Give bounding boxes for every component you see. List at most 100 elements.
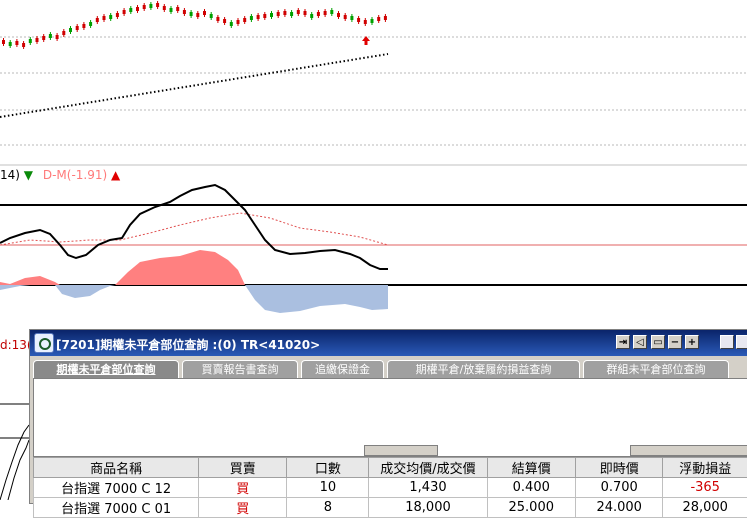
candle-body [136,7,139,11]
col-side[interactable]: 買賣 [199,458,287,478]
cell-avg-price: 18,000 [369,498,487,518]
candle-body [377,17,380,21]
candle-body [15,41,18,45]
dm-value-label: D-M(-1.91) [43,168,107,182]
candle-body [129,8,132,12]
table-row[interactable]: 台指選 7000 C 01 買 8 18,000 25.000 24.000 2… [34,498,747,518]
pane-scroll-segment[interactable] [364,445,438,456]
candle-body [317,12,320,16]
candle-body [337,13,340,17]
position-query-window[interactable]: [7201]期權未平倉部位查詢 :(0) TR<41020> ⇥ ◁ ▭ − +… [29,329,747,504]
col-floating-pnl[interactable]: 浮動損益 [663,458,747,478]
candle-body [56,35,59,39]
cell-live-price: 0.700 [575,478,662,498]
candle-body [170,8,173,12]
candle-body [76,26,79,30]
cell-lots: 8 [287,498,369,518]
table-header-row: 商品名稱 買賣 口數 成交均價/成交價 結算價 即時價 浮動損益 [34,458,747,478]
candle-body [190,12,193,16]
tab-close-pnl[interactable]: 期權平倉/放棄履約損益查詢 [387,360,580,378]
col-avg-price[interactable]: 成交均價/成交價 [369,458,487,478]
back-button[interactable]: ◁ [633,335,647,349]
down-triangle-icon: ▼ [24,168,33,182]
candle-body [357,18,360,22]
candle-body [36,38,39,42]
col-live-price[interactable]: 即時價 [575,458,662,478]
indicator-period: 14) [0,168,20,182]
outer-window-icon[interactable] [720,335,734,349]
candle-body [290,12,293,16]
tab-trade-report[interactable]: 買賣報告書查詢 [182,360,298,378]
price-candles [2,1,387,49]
candle-body [196,13,199,17]
candle-body [49,34,52,38]
cell-floating-pnl: -365 [663,478,747,498]
candle-body [384,16,387,20]
window-titlebar[interactable]: [7201]期權未平倉部位查詢 :(0) TR<41020> ⇥ ◁ ▭ − + [30,330,747,356]
tab-group-positions[interactable]: 群組未平倉部位查詢 [583,360,729,378]
candle-body [109,15,112,19]
candle-body [176,7,179,11]
candle-body [304,11,307,15]
tab-open-positions[interactable]: 期權未平倉部位查詢 [33,360,179,378]
negative-histogram [0,285,388,313]
candle-body [216,17,219,21]
candle-body [203,11,206,15]
lower-chart-curve [8,440,29,500]
candle-body [324,11,327,15]
trend-line [0,54,388,117]
minimize-button[interactable]: − [668,335,682,349]
lower-chart-label: d:13( [0,338,32,352]
candle-body [243,18,246,22]
outer-window-icon[interactable] [736,335,747,349]
col-lots[interactable]: 口數 [287,458,369,478]
window-title: [7201]期權未平倉部位查詢 :(0) TR<41020> [56,336,320,353]
cell-live-price: 24.000 [575,498,662,518]
col-settle-price[interactable]: 結算價 [487,458,575,478]
positive-histogram [0,250,245,285]
candle-body [9,42,12,46]
table-row[interactable]: 台指選 7000 C 12 買 10 1,430 0.400 0.700 -36… [34,478,747,498]
lower-chart-curve [0,425,29,500]
candle-body [230,22,233,26]
candle-body [257,15,260,19]
restore-button[interactable]: ▭ [651,335,665,349]
candle-body [237,20,240,24]
candle-body [263,14,266,18]
candle-body [371,19,374,23]
candle-body [163,6,166,10]
candle-body [69,28,72,32]
candle-body [277,12,280,16]
candle-body [143,5,146,9]
candle-body [330,10,333,14]
dm-signal-dashed [0,213,388,245]
candle-body [223,19,226,23]
candle-body [116,13,119,17]
positions-table: 商品名稱 買賣 口數 成交均價/成交價 結算價 即時價 浮動損益 台指選 700… [33,457,747,518]
candle-body [183,10,186,14]
app-icon [34,333,54,353]
candle-body [156,3,159,7]
tab-margin-call[interactable]: 追繳保證金 [301,360,384,378]
export-button[interactable]: ⇥ [616,335,630,349]
query-tabs: 期權未平倉部位查詢 買賣報告書查詢 追繳保證金 期權平倉/放棄履約損益查詢 群組… [33,360,747,378]
cell-side: 買 [199,498,287,518]
price-gridlines [0,37,747,145]
cell-settle-price: 25.000 [487,498,575,518]
candle-body [82,24,85,28]
cell-settle-price: 0.400 [487,478,575,498]
candle-body [310,14,313,18]
cell-side: 買 [199,478,287,498]
maximize-button[interactable]: + [685,335,699,349]
candle-body [29,39,32,43]
candle-body [123,10,126,14]
candle-body [250,16,253,20]
pane-scroll-segment[interactable] [630,445,747,456]
candle-body [210,14,213,18]
up-triangle-icon: ▲ [111,168,120,182]
candle-body [42,36,45,40]
cell-floating-pnl: 28,000 [663,498,747,518]
col-product[interactable]: 商品名稱 [34,458,199,478]
candle-body [103,16,106,20]
cell-avg-price: 1,430 [369,478,487,498]
